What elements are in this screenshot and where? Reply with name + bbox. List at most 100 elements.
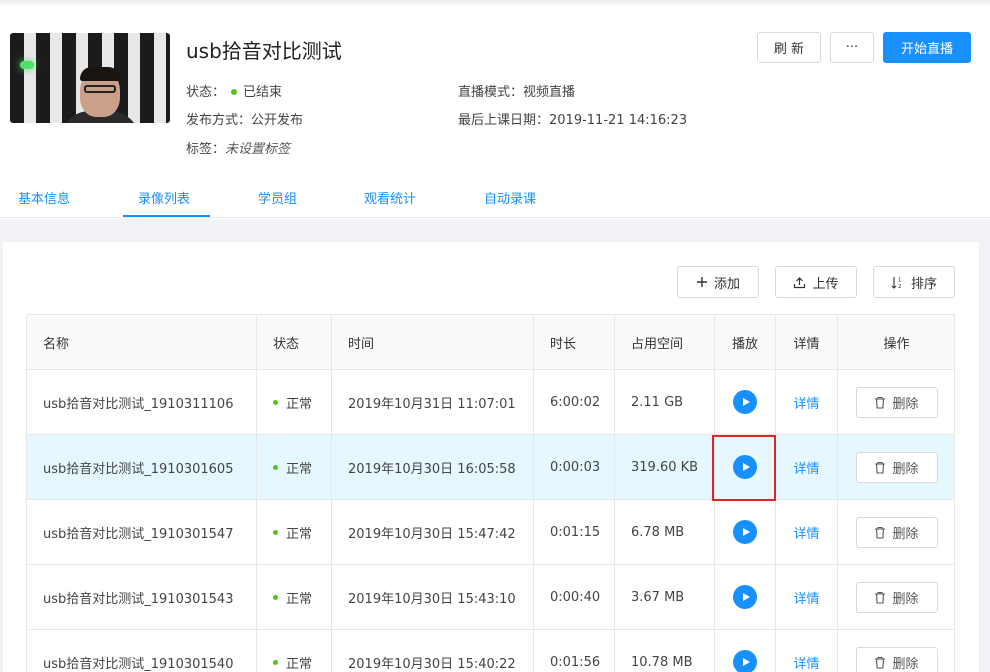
tab-recording-list[interactable]: 录像列表 [138,188,190,207]
column-header-time: 时间 [332,315,534,369]
table-header-row: 名称 状态 时间 时长 占用空间 播放 详情 操作 [27,315,954,370]
play-icon[interactable] [733,390,757,414]
upload-button[interactable]: 上传 [775,266,857,298]
column-header-status: 状态 [257,315,332,369]
tag-label: 标签： [186,142,226,157]
play-icon[interactable] [733,520,757,544]
row-name: usb拾音对比测试_1910301540 [27,630,257,672]
row-size: 3.67 MB [615,565,715,629]
row-detail-cell: 详情 [776,435,838,499]
status-dot-icon [273,529,278,535]
status-dot-icon [273,464,278,470]
delete-label: 删除 [892,461,919,477]
delete-button[interactable]: 删除 [855,581,938,613]
row-detail-cell: 详情 [776,370,838,434]
table-row: usb拾音对比测试_1910301547 正常 2019年10月30日 15:4… [27,500,954,565]
sort-label: 排序 [910,276,937,292]
tab-auto-record[interactable]: 自动录课 [484,188,536,207]
last-date-label: 最后上课日期： [458,113,550,128]
refresh-button[interactable]: 刷 新 [757,32,821,63]
row-name: usb拾音对比测试_1910301547 [27,500,257,564]
row-name: usb拾音对比测试_1910311106 [27,370,257,434]
column-header-duration: 时长 [534,315,615,369]
play-icon[interactable] [733,650,757,672]
table-row: usb拾音对比测试_1910301543 正常 2019年10月30日 15:4… [27,565,954,630]
status-dot-icon [273,594,278,600]
upload-label: 上传 [812,276,839,292]
row-actions-cell: 删除 [838,565,955,629]
trash-icon [875,656,886,669]
row-play-cell [715,370,776,434]
delete-label: 删除 [892,591,919,607]
row-status-text: 正常 [286,656,313,672]
row-time: 2019年10月30日 15:47:42 [332,500,534,564]
publish-value: 公开发布 [251,113,304,128]
publish-meta: 发布方式：公开发布 [186,109,303,128]
row-play-cell [715,500,776,564]
row-actions-cell: 删除 [838,630,955,672]
status-label: 状态： [186,85,226,100]
row-detail-cell: 详情 [776,500,838,564]
cover-light [20,61,34,69]
more-button[interactable]: ··· [830,32,874,63]
delete-button[interactable]: 删除 [855,451,938,483]
row-duration: 0:00:40 [534,565,615,629]
live-cover-thumbnail[interactable] [10,33,170,123]
detail-link[interactable]: 详情 [793,523,819,542]
cover-person-glasses [84,85,116,93]
sort-icon: 12 [891,276,902,289]
row-play-cell [715,630,776,672]
delete-label: 删除 [892,656,919,672]
trash-icon [875,526,886,539]
last-date-meta: 最后上课日期：2019-11-21 14:16:23 [458,109,687,128]
tab-view-stats[interactable]: 观看统计 [364,188,416,207]
row-status: 正常 [257,435,332,499]
row-duration: 0:01:15 [534,500,615,564]
detail-link[interactable]: 详情 [793,588,819,607]
row-status-text: 正常 [286,526,313,542]
delete-button[interactable]: 删除 [855,386,938,418]
add-label: 添加 [713,276,740,292]
delete-button[interactable]: 删除 [855,646,938,672]
row-status-text: 正常 [286,396,313,412]
row-detail-cell: 详情 [776,630,838,672]
detail-link[interactable]: 详情 [793,653,819,672]
row-status: 正常 [257,370,332,434]
row-name: usb拾音对比测试_1910301543 [27,565,257,629]
sort-button[interactable]: 12 排序 [873,266,955,298]
row-status: 正常 [257,500,332,564]
column-header-actions: 操作 [883,336,910,352]
table-row: usb拾音对比测试_1910301540 正常 2019年10月30日 15:4… [27,630,954,672]
tag-meta: 标签：未设置标签 [186,138,290,157]
column-header-size: 占用空间 [615,315,715,369]
tab-student-group[interactable]: 学员组 [258,188,297,207]
table-row: usb拾音对比测试_1910311106 正常 2019年10月31日 11:0… [27,370,954,435]
start-live-button[interactable]: 开始直播 [883,32,971,63]
delete-label: 删除 [892,396,919,412]
delete-label: 删除 [892,526,919,542]
status-value: 已结束 [243,85,283,100]
row-status: 正常 [257,565,332,629]
add-button[interactable]: 添加 [677,266,759,298]
row-duration: 0:00:03 [534,435,615,499]
tab-basic-info[interactable]: 基本信息 [18,188,70,207]
trash-icon [875,396,886,409]
row-actions-cell: 删除 [838,435,955,499]
detail-link[interactable]: 详情 [793,393,819,412]
svg-text:2: 2 [898,284,902,289]
cover-person-hair [80,67,120,81]
plus-icon [696,277,707,287]
row-status-text: 正常 [286,591,313,607]
detail-link[interactable]: 详情 [793,458,819,477]
row-time: 2019年10月30日 15:40:22 [332,630,534,672]
column-header-play: 播放 [715,315,776,369]
active-tab-indicator [123,215,210,217]
row-actions-cell: 删除 [838,500,955,564]
mode-value: 视频直播 [523,85,576,100]
row-time: 2019年10月30日 15:43:10 [332,565,534,629]
row-size: 2.11 GB [615,370,715,434]
delete-button[interactable]: 删除 [855,516,938,548]
row-duration: 0:01:56 [534,630,615,672]
upload-icon [794,276,806,288]
play-icon[interactable] [733,585,757,609]
